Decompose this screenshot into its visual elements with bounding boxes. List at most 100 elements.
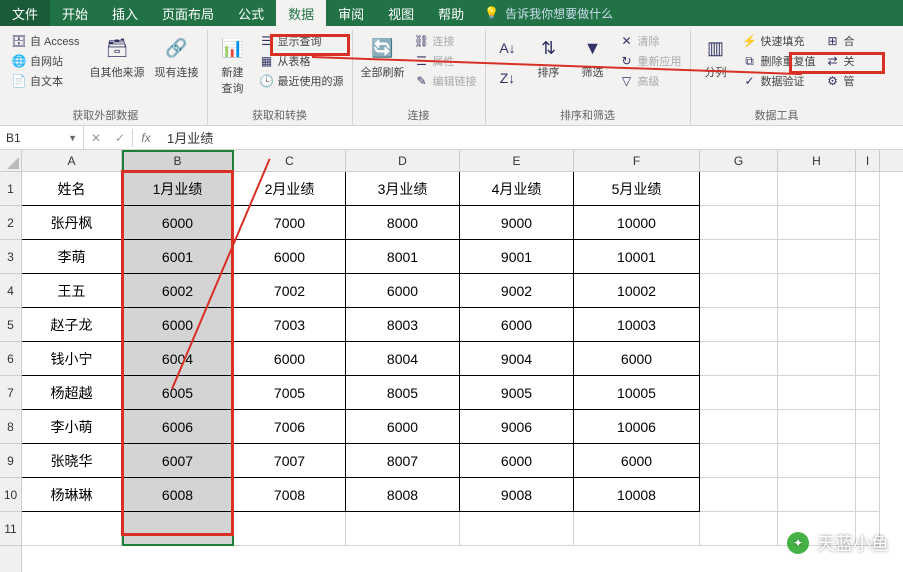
cell-D3[interactable]: 8001 xyxy=(346,240,460,274)
tab-review[interactable]: 审阅 xyxy=(326,0,376,26)
cell-H6[interactable] xyxy=(778,342,856,376)
chevron-down-icon[interactable]: ▼ xyxy=(68,133,77,143)
cell-A4[interactable]: 王五 xyxy=(22,274,122,308)
cell-I2[interactable] xyxy=(856,206,880,240)
cell-A2[interactable]: 张丹枫 xyxy=(22,206,122,240)
advanced-filter-button[interactable]: ▽高级 xyxy=(618,72,684,90)
cell-F5[interactable]: 10003 xyxy=(574,308,700,342)
cell-E4[interactable]: 9002 xyxy=(460,274,574,308)
cell-B6[interactable]: 6004 xyxy=(122,342,234,376)
cell-E3[interactable]: 9001 xyxy=(460,240,574,274)
cell-D11[interactable] xyxy=(346,512,460,546)
cell-I5[interactable] xyxy=(856,308,880,342)
cell-D7[interactable]: 8005 xyxy=(346,376,460,410)
row-header-2[interactable]: 2 xyxy=(0,206,21,240)
existing-conn-button[interactable]: 🔗现有连接 xyxy=(153,32,201,82)
row-header-8[interactable]: 8 xyxy=(0,410,21,444)
cell-C7[interactable]: 7005 xyxy=(234,376,346,410)
from-access-button[interactable]: 🗄自 Access xyxy=(10,32,82,50)
row-header-7[interactable]: 7 xyxy=(0,376,21,410)
cell-G10[interactable] xyxy=(700,478,778,512)
cell-I4[interactable] xyxy=(856,274,880,308)
cell-A7[interactable]: 杨超越 xyxy=(22,376,122,410)
show-queries-button[interactable]: ☰显示查询 xyxy=(258,32,346,50)
cell-B1[interactable]: 1月业绩 xyxy=(122,172,234,206)
cell-D4[interactable]: 6000 xyxy=(346,274,460,308)
cell-A10[interactable]: 杨琳琳 xyxy=(22,478,122,512)
row-header-6[interactable]: 6 xyxy=(0,342,21,376)
cell-G3[interactable] xyxy=(700,240,778,274)
cell-F6[interactable]: 6000 xyxy=(574,342,700,376)
fx-icon[interactable]: fx xyxy=(133,131,159,145)
tab-data[interactable]: 数据 xyxy=(276,0,326,26)
cell-H7[interactable] xyxy=(778,376,856,410)
cell-E11[interactable] xyxy=(460,512,574,546)
cell-A3[interactable]: 李萌 xyxy=(22,240,122,274)
row-header-3[interactable]: 3 xyxy=(0,240,21,274)
cell-I8[interactable] xyxy=(856,410,880,444)
cell-F9[interactable]: 6000 xyxy=(574,444,700,478)
cell-C11[interactable] xyxy=(234,512,346,546)
cell-B4[interactable]: 6002 xyxy=(122,274,234,308)
cell-H4[interactable] xyxy=(778,274,856,308)
consolidate-button[interactable]: ⊞合 xyxy=(824,32,857,50)
cell-H10[interactable] xyxy=(778,478,856,512)
cell-F7[interactable]: 10005 xyxy=(574,376,700,410)
from-text-button[interactable]: 📄自文本 xyxy=(10,72,82,90)
cell-E8[interactable]: 9006 xyxy=(460,410,574,444)
cell-I7[interactable] xyxy=(856,376,880,410)
data-validation-button[interactable]: ✓数据验证 xyxy=(741,72,818,90)
cell-H2[interactable] xyxy=(778,206,856,240)
row-header-5[interactable]: 5 xyxy=(0,308,21,342)
sort-button[interactable]: ⇅排序 xyxy=(530,32,568,82)
cell-D10[interactable]: 8008 xyxy=(346,478,460,512)
cell-E9[interactable]: 6000 xyxy=(460,444,574,478)
cell-G2[interactable] xyxy=(700,206,778,240)
cell-H5[interactable] xyxy=(778,308,856,342)
cell-C3[interactable]: 6000 xyxy=(234,240,346,274)
cell-C10[interactable]: 7008 xyxy=(234,478,346,512)
cell-A6[interactable]: 钱小宁 xyxy=(22,342,122,376)
col-header-G[interactable]: G xyxy=(700,150,778,171)
col-header-E[interactable]: E xyxy=(460,150,574,171)
cell-H9[interactable] xyxy=(778,444,856,478)
cell-G4[interactable] xyxy=(700,274,778,308)
select-all-corner[interactable] xyxy=(0,150,22,172)
tab-formula[interactable]: 公式 xyxy=(226,0,276,26)
cell-A5[interactable]: 赵子龙 xyxy=(22,308,122,342)
col-header-A[interactable]: A xyxy=(22,150,122,171)
row-header-4[interactable]: 4 xyxy=(0,274,21,308)
row-header-9[interactable]: 9 xyxy=(0,444,21,478)
cell-H8[interactable] xyxy=(778,410,856,444)
spreadsheet[interactable]: ABCDEFGHI 1234567891011 姓名1月业绩2月业绩3月业绩4月… xyxy=(0,150,903,572)
cell-B3[interactable]: 6001 xyxy=(122,240,234,274)
cell-G7[interactable] xyxy=(700,376,778,410)
cell-F11[interactable] xyxy=(574,512,700,546)
new-query-button[interactable]: 📊新建 查询 xyxy=(214,32,252,98)
cell-F10[interactable]: 10008 xyxy=(574,478,700,512)
cell-D1[interactable]: 3月业绩 xyxy=(346,172,460,206)
column-headers[interactable]: ABCDEFGHI xyxy=(22,150,903,172)
cell-B10[interactable]: 6008 xyxy=(122,478,234,512)
cell-B8[interactable]: 6006 xyxy=(122,410,234,444)
cell-H3[interactable] xyxy=(778,240,856,274)
tab-home[interactable]: 开始 xyxy=(50,0,100,26)
cell-D6[interactable]: 8004 xyxy=(346,342,460,376)
cell-I9[interactable] xyxy=(856,444,880,478)
manage-model-button[interactable]: ⚙管 xyxy=(824,72,857,90)
cell-E1[interactable]: 4月业绩 xyxy=(460,172,574,206)
cell-E5[interactable]: 6000 xyxy=(460,308,574,342)
row-header-11[interactable]: 11 xyxy=(0,512,21,546)
cell-C4[interactable]: 7002 xyxy=(234,274,346,308)
cell-D5[interactable]: 8003 xyxy=(346,308,460,342)
col-header-H[interactable]: H xyxy=(778,150,856,171)
cell-grid[interactable]: 姓名1月业绩2月业绩3月业绩4月业绩5月业绩张丹枫600070008000900… xyxy=(22,172,903,572)
cell-I3[interactable] xyxy=(856,240,880,274)
cell-G5[interactable] xyxy=(700,308,778,342)
cell-E10[interactable]: 9008 xyxy=(460,478,574,512)
cell-A1[interactable]: 姓名 xyxy=(22,172,122,206)
relationships-button[interactable]: ⇄关 xyxy=(824,52,857,70)
cell-B2[interactable]: 6000 xyxy=(122,206,234,240)
cell-E7[interactable]: 9005 xyxy=(460,376,574,410)
tab-layout[interactable]: 页面布局 xyxy=(150,0,226,26)
